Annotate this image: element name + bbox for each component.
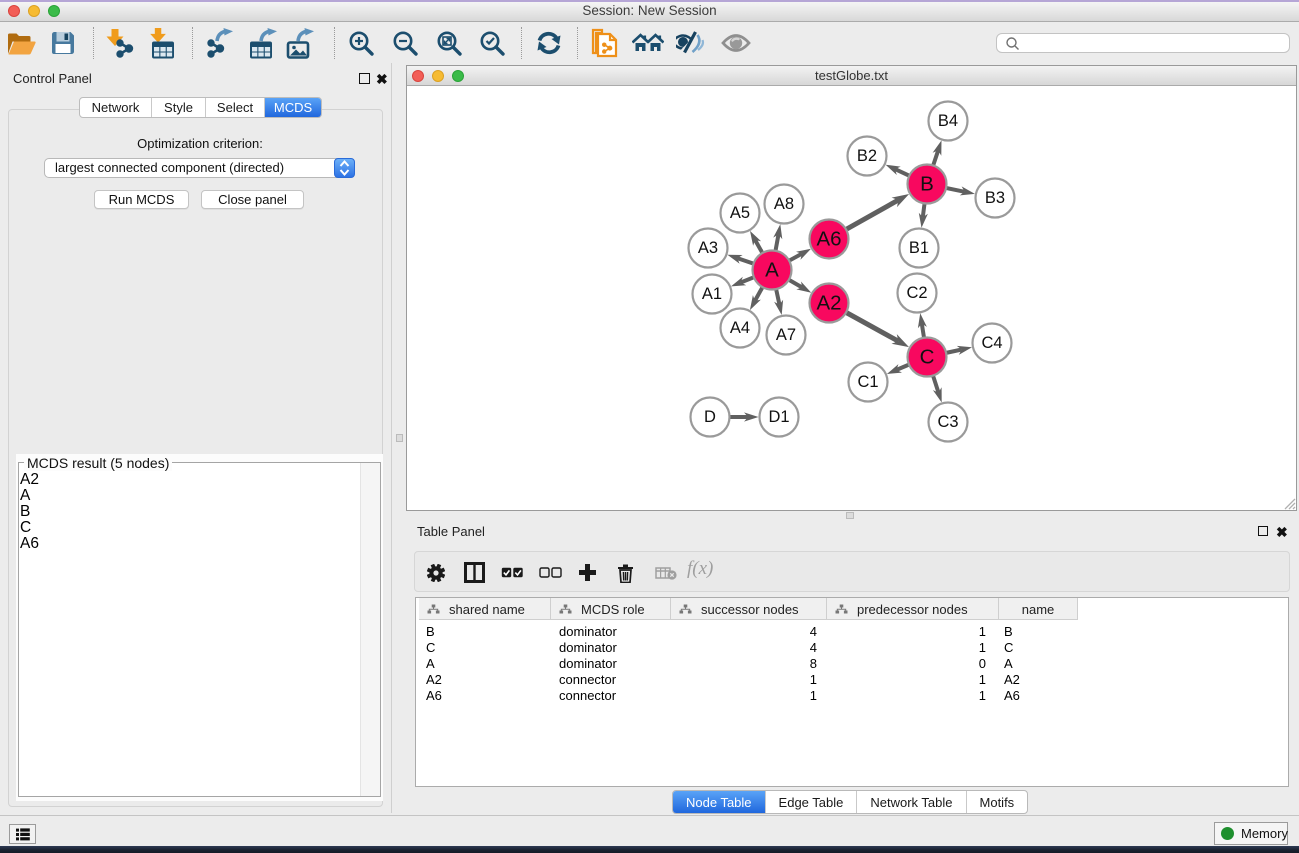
svg-text:A6: A6 [816,228,841,251]
svg-text:A8: A8 [774,195,794,213]
svg-text:A5: A5 [730,204,750,222]
svg-text:A2: A2 [816,292,841,315]
svg-text:C3: C3 [937,413,958,431]
svg-text:C4: C4 [981,334,1002,352]
svg-text:C: C [920,346,935,369]
svg-text:A3: A3 [698,239,718,257]
svg-text:C2: C2 [906,284,927,302]
svg-text:B: B [920,173,934,196]
svg-text:B2: B2 [857,147,877,165]
svg-text:A4: A4 [730,319,750,337]
svg-text:D: D [704,408,716,426]
svg-text:B4: B4 [938,112,958,130]
svg-text:D1: D1 [768,408,789,426]
svg-text:A1: A1 [702,285,722,303]
svg-text:B1: B1 [909,239,929,257]
svg-text:A7: A7 [776,326,796,344]
svg-text:C1: C1 [857,373,878,391]
svg-text:B3: B3 [985,189,1005,207]
svg-text:A: A [765,259,779,282]
